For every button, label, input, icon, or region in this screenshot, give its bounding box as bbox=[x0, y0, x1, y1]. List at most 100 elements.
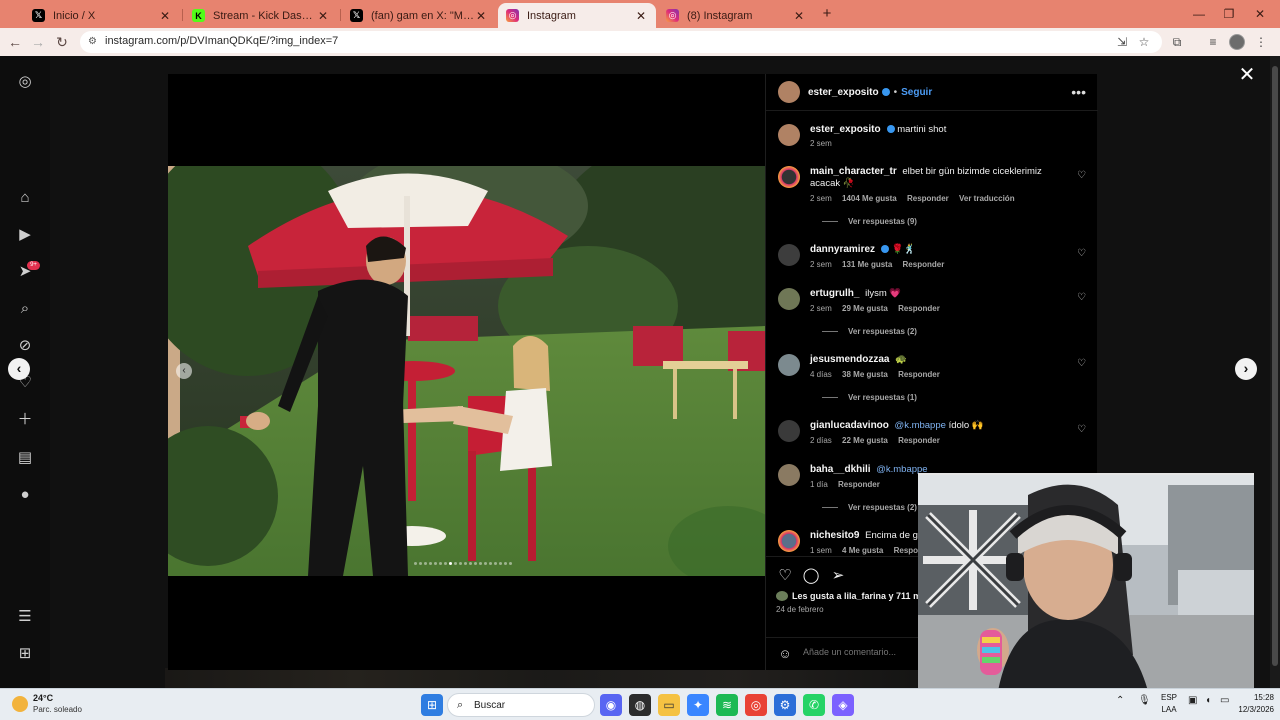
emoji-picker-icon[interactable]: ☺ bbox=[777, 646, 793, 662]
explore-icon[interactable]: ⊘ bbox=[15, 336, 35, 356]
view-replies-button[interactable]: Ver respuestas (2) bbox=[822, 503, 917, 512]
like-heart-icon[interactable]: ♡ bbox=[776, 567, 794, 585]
profile-avatar[interactable] bbox=[1229, 34, 1245, 50]
maximize-window-icon[interactable]: ❐ bbox=[1214, 4, 1244, 24]
microphone-icon[interactable]: 🎙 bbox=[1138, 695, 1151, 706]
extensions-icon[interactable]: ⧉ bbox=[1167, 32, 1187, 52]
dashboard-icon[interactable]: ▤ bbox=[15, 448, 35, 468]
comment-likes[interactable]: 131 Me gusta bbox=[842, 260, 892, 269]
tab-kick-dashboard[interactable]: K Stream - Kick Dashboard ✕ bbox=[184, 3, 338, 28]
discord-icon[interactable]: ◉ bbox=[600, 694, 622, 716]
close-tab-icon[interactable]: ✕ bbox=[634, 9, 648, 23]
commenter-avatar[interactable] bbox=[778, 288, 800, 310]
tab-instagram-inbox[interactable]: ◎ (8) Instagram ✕ bbox=[658, 3, 814, 28]
comment-likes[interactable]: 38 Me gusta bbox=[842, 370, 888, 379]
carousel-previous-button[interactable]: ‹ bbox=[176, 363, 192, 379]
reply-button[interactable]: Responder bbox=[838, 480, 880, 489]
comment-mention[interactable]: @k.mbappe bbox=[895, 420, 946, 431]
commenter-avatar[interactable] bbox=[778, 464, 800, 486]
commenter-avatar[interactable] bbox=[778, 244, 800, 266]
comment-username[interactable]: main_character_tr bbox=[810, 166, 897, 177]
view-replies-button[interactable]: Ver respuestas (9) bbox=[822, 217, 917, 226]
author-username[interactable]: ester_exposito bbox=[808, 87, 879, 98]
taskbar-search[interactable]: ⌕ Buscar bbox=[447, 693, 595, 717]
tab-x-home[interactable]: 𝕏 Inicio / X ✕ bbox=[24, 3, 180, 28]
search-icon[interactable]: ⌕ bbox=[15, 299, 35, 319]
caption-username[interactable]: ester_exposito bbox=[810, 124, 881, 135]
more-options-icon[interactable]: ••• bbox=[1071, 84, 1086, 100]
comment-username[interactable]: gianlucadavinoo bbox=[810, 420, 889, 431]
comment-likes[interactable]: 1404 Me gusta bbox=[842, 194, 897, 203]
media-controls-icon[interactable]: ≡ bbox=[1203, 32, 1223, 52]
chrome-icon[interactable]: ◎ bbox=[745, 694, 767, 716]
create-plus-icon[interactable]: ＋ bbox=[15, 410, 35, 430]
comment-username[interactable]: dannyramirez bbox=[810, 244, 875, 255]
site-info-icon[interactable]: ⚙ bbox=[88, 36, 100, 48]
reload-icon[interactable]: ↻ bbox=[51, 32, 73, 52]
comment-likes[interactable]: 4 Me gusta bbox=[842, 546, 883, 555]
view-replies-button[interactable]: Ver respuestas (2) bbox=[822, 327, 917, 336]
comment-bubble-icon[interactable]: ◯ bbox=[802, 567, 820, 585]
whatsapp-icon[interactable]: ✆ bbox=[803, 694, 825, 716]
volume-icon[interactable]: ◖ bbox=[1205, 695, 1211, 706]
language-indicator[interactable]: ESP LAA bbox=[1158, 692, 1180, 716]
minimize-window-icon[interactable]: — bbox=[1184, 4, 1214, 24]
instagram-logo-icon[interactable]: ◎ bbox=[15, 72, 35, 92]
comment-username[interactable]: jesusmendozzaa bbox=[810, 354, 889, 365]
commenter-avatar[interactable] bbox=[778, 530, 800, 552]
file-explorer-icon[interactable]: ▭ bbox=[658, 694, 680, 716]
tab-x-post[interactable]: 𝕏 (fan) gam en X: "Mbappe y Este ✕ bbox=[342, 3, 496, 28]
install-app-icon[interactable]: ⇲ bbox=[1112, 32, 1132, 52]
post-photo[interactable]: ‹ bbox=[168, 166, 765, 576]
steam-icon[interactable]: ⚙ bbox=[774, 694, 796, 716]
close-tab-icon[interactable]: ✕ bbox=[316, 9, 330, 23]
commenter-avatar[interactable] bbox=[778, 166, 800, 188]
close-window-icon[interactable]: ✕ bbox=[1245, 4, 1275, 24]
close-tab-icon[interactable]: ✕ bbox=[474, 9, 488, 23]
tab-instagram-active[interactable]: ◎ Instagram ✕ bbox=[498, 3, 656, 28]
likes-summary[interactable]: Les gusta a lila_farina y 711 mil bbox=[776, 591, 926, 601]
also-from-meta-icon[interactable]: ⊞ bbox=[15, 644, 35, 664]
next-post-button[interactable]: › bbox=[1235, 358, 1257, 380]
home-icon[interactable]: ⌂ bbox=[15, 188, 35, 208]
close-tab-icon[interactable]: ✕ bbox=[158, 9, 172, 23]
battery-icon[interactable]: ▭ bbox=[1220, 695, 1229, 706]
weather-widget[interactable]: 24°C Parc. soleado bbox=[12, 693, 82, 715]
reply-button[interactable]: Responder bbox=[898, 370, 940, 379]
view-replies-button[interactable]: Ver respuestas (1) bbox=[822, 393, 917, 402]
copilot-icon[interactable]: ✦ bbox=[687, 694, 709, 716]
previous-post-button[interactable]: ‹ bbox=[8, 358, 30, 380]
page-scrollbar[interactable] bbox=[1270, 56, 1280, 688]
like-comment-heart-icon[interactable]: ♡ bbox=[1077, 424, 1086, 435]
back-arrow-icon[interactable]: ← bbox=[4, 32, 26, 52]
comment-likes[interactable]: 22 Me gusta bbox=[842, 436, 888, 445]
translate-button[interactable]: Ver traducción bbox=[959, 194, 1015, 203]
like-comment-heart-icon[interactable]: ♡ bbox=[1077, 358, 1086, 369]
follow-button[interactable]: Seguir bbox=[901, 87, 932, 98]
profile-avatar-icon[interactable]: ● bbox=[15, 485, 35, 505]
author-avatar[interactable] bbox=[778, 124, 800, 146]
scrollbar-thumb[interactable] bbox=[1272, 66, 1278, 666]
windows-start-icon[interactable]: ⊞ bbox=[421, 694, 443, 716]
system-clock[interactable]: 15:28 12/3/2026 bbox=[1238, 692, 1274, 716]
like-comment-heart-icon[interactable]: ♡ bbox=[1077, 248, 1086, 259]
close-tab-icon[interactable]: ✕ bbox=[792, 9, 806, 23]
share-send-icon[interactable]: ➢ bbox=[829, 567, 847, 585]
reply-button[interactable]: Responder bbox=[907, 194, 949, 203]
reply-button[interactable]: Responder bbox=[898, 304, 940, 313]
browser-menu-icon[interactable]: ⋮ bbox=[1251, 32, 1271, 52]
network-icon[interactable]: ▣ bbox=[1188, 695, 1197, 706]
reply-button[interactable]: Responder bbox=[898, 436, 940, 445]
address-bar[interactable]: ⚙ instagram.com/p/DVImanQDKqE/?img_index… bbox=[80, 31, 1162, 53]
spotify-icon[interactable]: ≋ bbox=[716, 694, 738, 716]
comment-username[interactable]: baha__dkhili bbox=[810, 464, 871, 475]
close-modal-icon[interactable]: ✕ bbox=[1236, 64, 1258, 86]
author-avatar[interactable] bbox=[778, 81, 800, 103]
comment-username[interactable]: nichesito9 bbox=[810, 530, 859, 541]
reels-icon[interactable]: ▶ bbox=[15, 225, 35, 245]
commenter-avatar[interactable] bbox=[778, 420, 800, 442]
like-comment-heart-icon[interactable]: ♡ bbox=[1077, 292, 1086, 303]
show-hidden-icons[interactable]: ⌃ bbox=[1116, 695, 1124, 706]
obs-icon[interactable]: ◍ bbox=[629, 694, 651, 716]
reply-button[interactable]: Responder bbox=[903, 260, 945, 269]
